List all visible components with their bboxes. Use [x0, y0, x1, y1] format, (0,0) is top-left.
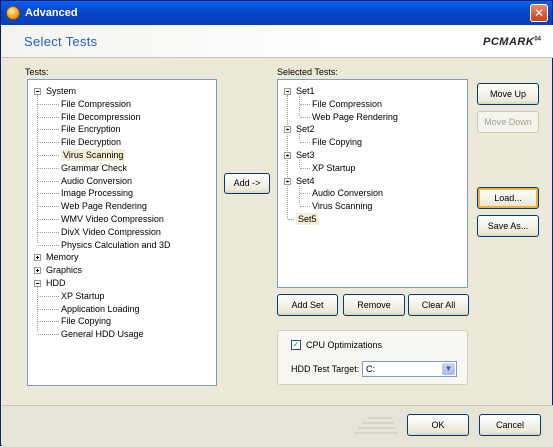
add-set-button[interactable]: Add Set: [277, 294, 338, 316]
tree-item[interactable]: File Encryption: [61, 123, 121, 135]
set-item[interactable]: File Copying: [312, 136, 362, 148]
tree-branch: [288, 219, 294, 220]
window-title: Advanced: [25, 7, 78, 19]
tree-item[interactable]: Physics Calculation and 3D: [61, 239, 171, 251]
tree-branch: [38, 116, 59, 118]
set-item[interactable]: XP Startup: [312, 162, 355, 174]
tree-branch: [300, 167, 310, 169]
page-title: Select Tests: [24, 34, 98, 49]
cpu-optimizations-checkbox[interactable]: ✓: [291, 340, 301, 350]
tree-branch: [38, 167, 59, 169]
options-panel: ✓ CPU Optimizations HDD Test Target: C: …: [277, 330, 468, 385]
tree-item[interactable]: File Decompression: [61, 111, 141, 123]
load-button[interactable]: Load...: [477, 187, 539, 209]
tree-branch: [300, 142, 310, 144]
tree-root-connector: [287, 95, 288, 219]
advanced-dialog: Advanced ✕ Select Tests PCMARK04 Tests: …: [0, 0, 553, 447]
tree-branch: [300, 193, 310, 195]
tree-connector: [299, 96, 300, 116]
tree-item[interactable]: XP Startup: [61, 290, 104, 302]
tree-connector: [299, 160, 300, 167]
close-button[interactable]: ✕: [530, 4, 548, 22]
save-as-button[interactable]: Save As...: [477, 215, 539, 237]
tree-item[interactable]: File Decryption: [61, 136, 121, 148]
tree-branch: [38, 244, 59, 246]
tree-branch: [38, 155, 59, 156]
set-item[interactable]: Virus Scanning: [312, 200, 372, 212]
expand-toggle-graphics[interactable]: [34, 267, 41, 275]
tree-group-hdd[interactable]: HDD: [46, 277, 66, 289]
tree-branch: [38, 129, 59, 131]
tree-branch: [38, 308, 59, 310]
hdd-test-target-value: C:: [366, 364, 375, 374]
tree-group-system[interactable]: System: [46, 85, 76, 97]
expand-toggle-hdd[interactable]: [34, 280, 41, 287]
tree-branch: [38, 231, 59, 233]
tree-branch: [38, 321, 59, 323]
selected-tests-label: Selected Tests:: [277, 67, 338, 77]
tree-branch: [38, 206, 59, 208]
clear-all-button[interactable]: Clear All: [408, 294, 469, 316]
expand-toggle-system[interactable]: [34, 88, 41, 95]
tree-item[interactable]: Audio Conversion: [61, 175, 132, 187]
move-up-button[interactable]: Move Up: [477, 83, 539, 105]
set-item[interactable]: File Compression: [312, 98, 382, 110]
tree-item[interactable]: Web Page Rendering: [61, 200, 147, 212]
title-bar[interactable]: Advanced ✕: [1, 1, 552, 25]
hdd-test-target-label: HDD Test Target:: [291, 364, 360, 374]
tree-item[interactable]: DivX Video Compression: [61, 226, 161, 238]
tree-branch: [38, 295, 59, 297]
tree-item[interactable]: Virus Scanning: [61, 149, 126, 161]
tests-tree[interactable]: System File Compression File Decompression…: [27, 79, 217, 386]
cancel-button[interactable]: Cancel: [479, 414, 541, 436]
pcmark-logo: PCMARK04: [483, 36, 541, 48]
tree-item[interactable]: Application Loading: [61, 303, 140, 315]
expand-toggle-memory[interactable]: [34, 254, 41, 262]
remove-button[interactable]: Remove: [343, 294, 405, 316]
move-down-button[interactable]: Move Down: [477, 111, 539, 133]
logo-main: PCMARK: [483, 36, 535, 48]
tree-group-graphics[interactable]: Graphics: [46, 264, 82, 276]
set-node[interactable]: Set5: [296, 213, 319, 225]
logo-version: 04: [534, 36, 541, 43]
tree-item[interactable]: File Copying: [61, 315, 111, 327]
tree-branch: [38, 193, 59, 195]
tree-branch: [38, 334, 59, 336]
tree-branch: [38, 180, 59, 182]
tree-item[interactable]: Image Processing: [61, 187, 133, 199]
set-item[interactable]: Web Page Rendering: [312, 111, 398, 123]
selected-tests-tree[interactable]: Set1 File Compression Web Page Rendering Se…: [277, 79, 468, 288]
tests-label: Tests:: [25, 67, 49, 77]
tree-item[interactable]: File Compression: [61, 98, 131, 110]
tree-item[interactable]: General HDD Usage: [61, 328, 144, 340]
add-button[interactable]: Add ->: [224, 173, 270, 194]
tree-item[interactable]: Grammar Check: [61, 162, 127, 174]
set-item[interactable]: Audio Conversion: [312, 187, 383, 199]
tree-branch: [300, 116, 310, 118]
page-header: Select Tests PCMARK04: [2, 25, 553, 58]
tree-connector: [299, 185, 300, 206]
dialog-footer: OK Cancel: [2, 405, 553, 447]
tree-connector: [37, 287, 38, 333]
app-icon: [6, 6, 20, 20]
tree-branch: [38, 103, 59, 105]
resize-grip-icon: [354, 417, 398, 434]
tree-branch: [300, 103, 310, 105]
tree-branch: [38, 142, 59, 144]
tree-item[interactable]: WMV Video Compression: [61, 213, 164, 225]
expand-toggle-set[interactable]: [284, 88, 291, 95]
cpu-optimizations-label: CPU Optimizations: [306, 340, 383, 350]
tree-branch: [300, 206, 310, 208]
tree-branch: [38, 219, 59, 220]
tree-group-memory[interactable]: Memory: [46, 251, 79, 263]
checkmark-icon: ✓: [292, 340, 300, 349]
ok-button[interactable]: OK: [407, 414, 469, 436]
chevron-down-icon[interactable]: ▼: [442, 363, 455, 375]
tree-connector: [299, 134, 300, 142]
hdd-test-target-select[interactable]: C: ▼: [362, 361, 457, 377]
close-icon: ✕: [533, 6, 545, 20]
